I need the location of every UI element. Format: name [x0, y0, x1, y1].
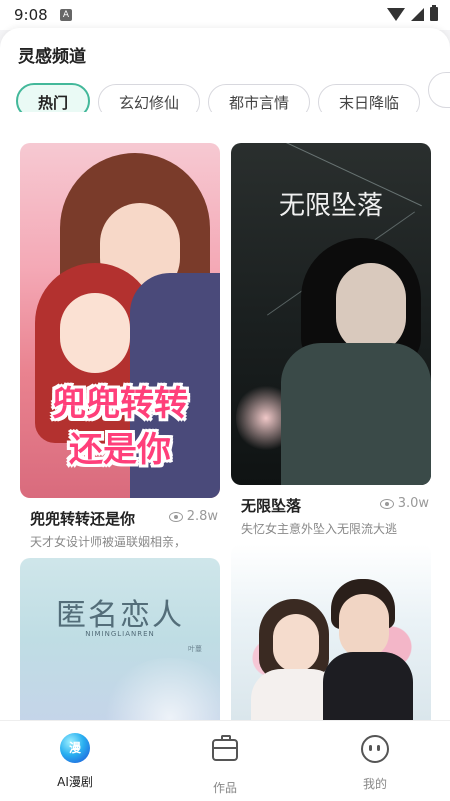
cover-art	[60, 293, 130, 373]
nav-label: 我的	[362, 777, 387, 791]
tab-apocalypse[interactable]: 末日降临	[318, 84, 421, 112]
status-indicators	[387, 5, 438, 21]
nav-label: AI漫剧	[57, 775, 93, 789]
wifi-icon	[387, 7, 405, 21]
drama-card[interactable]	[231, 544, 431, 738]
cover-art	[273, 614, 319, 672]
view-count-value: 2.8w	[186, 509, 218, 524]
cover-title-line-2: 还是你	[69, 430, 171, 470]
drama-title-row: 无限坠落 3.0w	[231, 495, 431, 515]
cover-art	[339, 594, 389, 658]
cover-art	[281, 343, 431, 485]
tab-xuanhuan[interactable]: 玄幻修仙	[98, 84, 201, 112]
briefcase-icon	[210, 735, 240, 769]
cover-subtitle: NIMINGLIANREN	[85, 630, 155, 638]
drama-cover[interactable]: 无限坠落	[231, 143, 431, 485]
view-count: 3.0w	[379, 496, 429, 511]
category-tabs: 热门 玄幻修仙 都市言情 末日降临	[16, 72, 450, 112]
drama-card[interactable]: 匿名恋人 NIMINGLIANREN 叶蔓	[20, 558, 220, 738]
battery-icon	[430, 5, 438, 21]
bottom-nav: 漫 AI漫剧 作品 我的	[0, 720, 450, 801]
eye-icon	[379, 498, 394, 509]
drama-title: 无限坠落	[241, 497, 302, 515]
nav-item-me[interactable]: 我的	[320, 733, 430, 792]
drama-card[interactable]: 无限坠落 无限坠落 3.0w 失忆女主意外坠入无限流大逃	[231, 143, 431, 537]
drama-title: 兜兜转转还是你	[30, 510, 136, 528]
nav-item-works[interactable]: 作品	[170, 733, 280, 796]
view-count-value: 3.0w	[397, 496, 429, 511]
drama-title-row: 兜兜转转还是你 2.8w	[20, 508, 220, 528]
drama-description: 天才女设计师被逼联姻相亲，	[30, 535, 187, 549]
inspiration-sheet: 灵感频道 热门玄幻修仙都市言情末日降临 兜兜转转 还是你 兜兜转转还是你	[0, 28, 450, 800]
profile-face-icon	[360, 735, 390, 765]
cover-title: 匿名恋人	[56, 598, 184, 633]
status-time: 9:08	[14, 6, 48, 24]
cover-title: 无限坠落	[278, 191, 383, 221]
drama-cover[interactable]	[231, 544, 431, 738]
channel-title: 灵感频道	[18, 47, 86, 67]
view-count: 2.8w	[168, 509, 218, 524]
cover-art	[323, 652, 413, 724]
status-bar: 9:08 A	[0, 0, 450, 30]
cover-title-line-1: 兜兜转转	[52, 384, 188, 424]
nav-label: 作品	[212, 781, 237, 795]
drama-cover[interactable]: 匿名恋人 NIMINGLIANREN 叶蔓	[20, 558, 220, 738]
eye-icon	[168, 511, 183, 522]
drama-cover[interactable]: 兜兜转转 还是你	[20, 143, 220, 498]
tab-hot[interactable]: 热门	[16, 83, 91, 112]
tab-urban-romance[interactable]: 都市言情	[208, 84, 311, 112]
nav-item-ai-comic[interactable]: 漫 AI漫剧	[20, 733, 130, 790]
signal-icon	[411, 7, 424, 21]
tab-more[interactable]	[428, 72, 450, 108]
drama-grid: 兜兜转转 还是你 兜兜转转还是你 2.8w 天才女设计师被逼联姻相亲， 无限坠落…	[0, 138, 450, 738]
notification-icon: A	[60, 9, 72, 21]
drama-description: 失忆女主意外坠入无限流大逃	[241, 522, 398, 536]
cover-author: 叶蔓	[188, 645, 202, 653]
cover-title: 兜兜转转 还是你	[20, 381, 220, 473]
cover-art	[336, 263, 406, 353]
drama-card[interactable]: 兜兜转转 还是你 兜兜转转还是你 2.8w 天才女设计师被逼联姻相亲，	[20, 143, 220, 550]
ai-comic-icon: 漫	[60, 733, 90, 763]
